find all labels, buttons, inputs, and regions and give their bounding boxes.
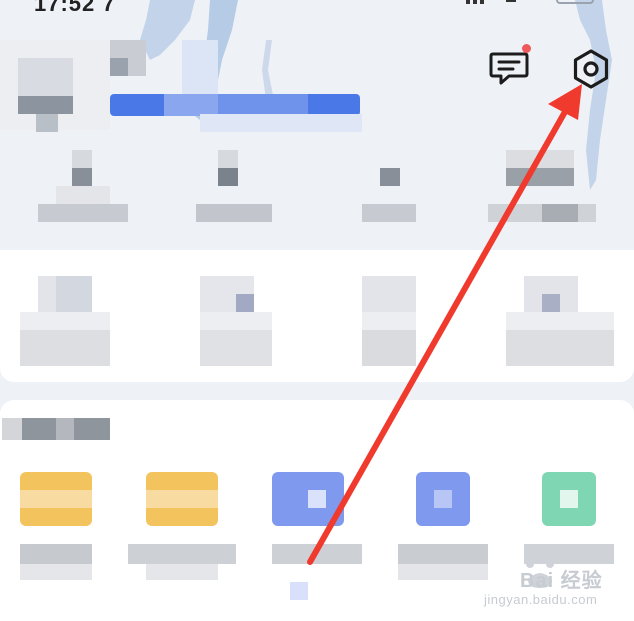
watermark-url: jingyan.baidu.com — [484, 592, 598, 607]
battery-icon — [556, 0, 594, 4]
watermark-brand: Bai 经验 — [520, 570, 603, 592]
status-time: 17:52 7 — [34, 0, 116, 16]
status-bar: 17:52 7 — [0, 0, 634, 16]
signal-icon — [466, 0, 516, 4]
message-icon — [489, 52, 529, 85]
notification-badge — [522, 44, 531, 53]
message-button[interactable] — [487, 48, 531, 88]
settings-button[interactable] — [570, 48, 612, 90]
hexagon-settings-icon — [573, 49, 609, 89]
